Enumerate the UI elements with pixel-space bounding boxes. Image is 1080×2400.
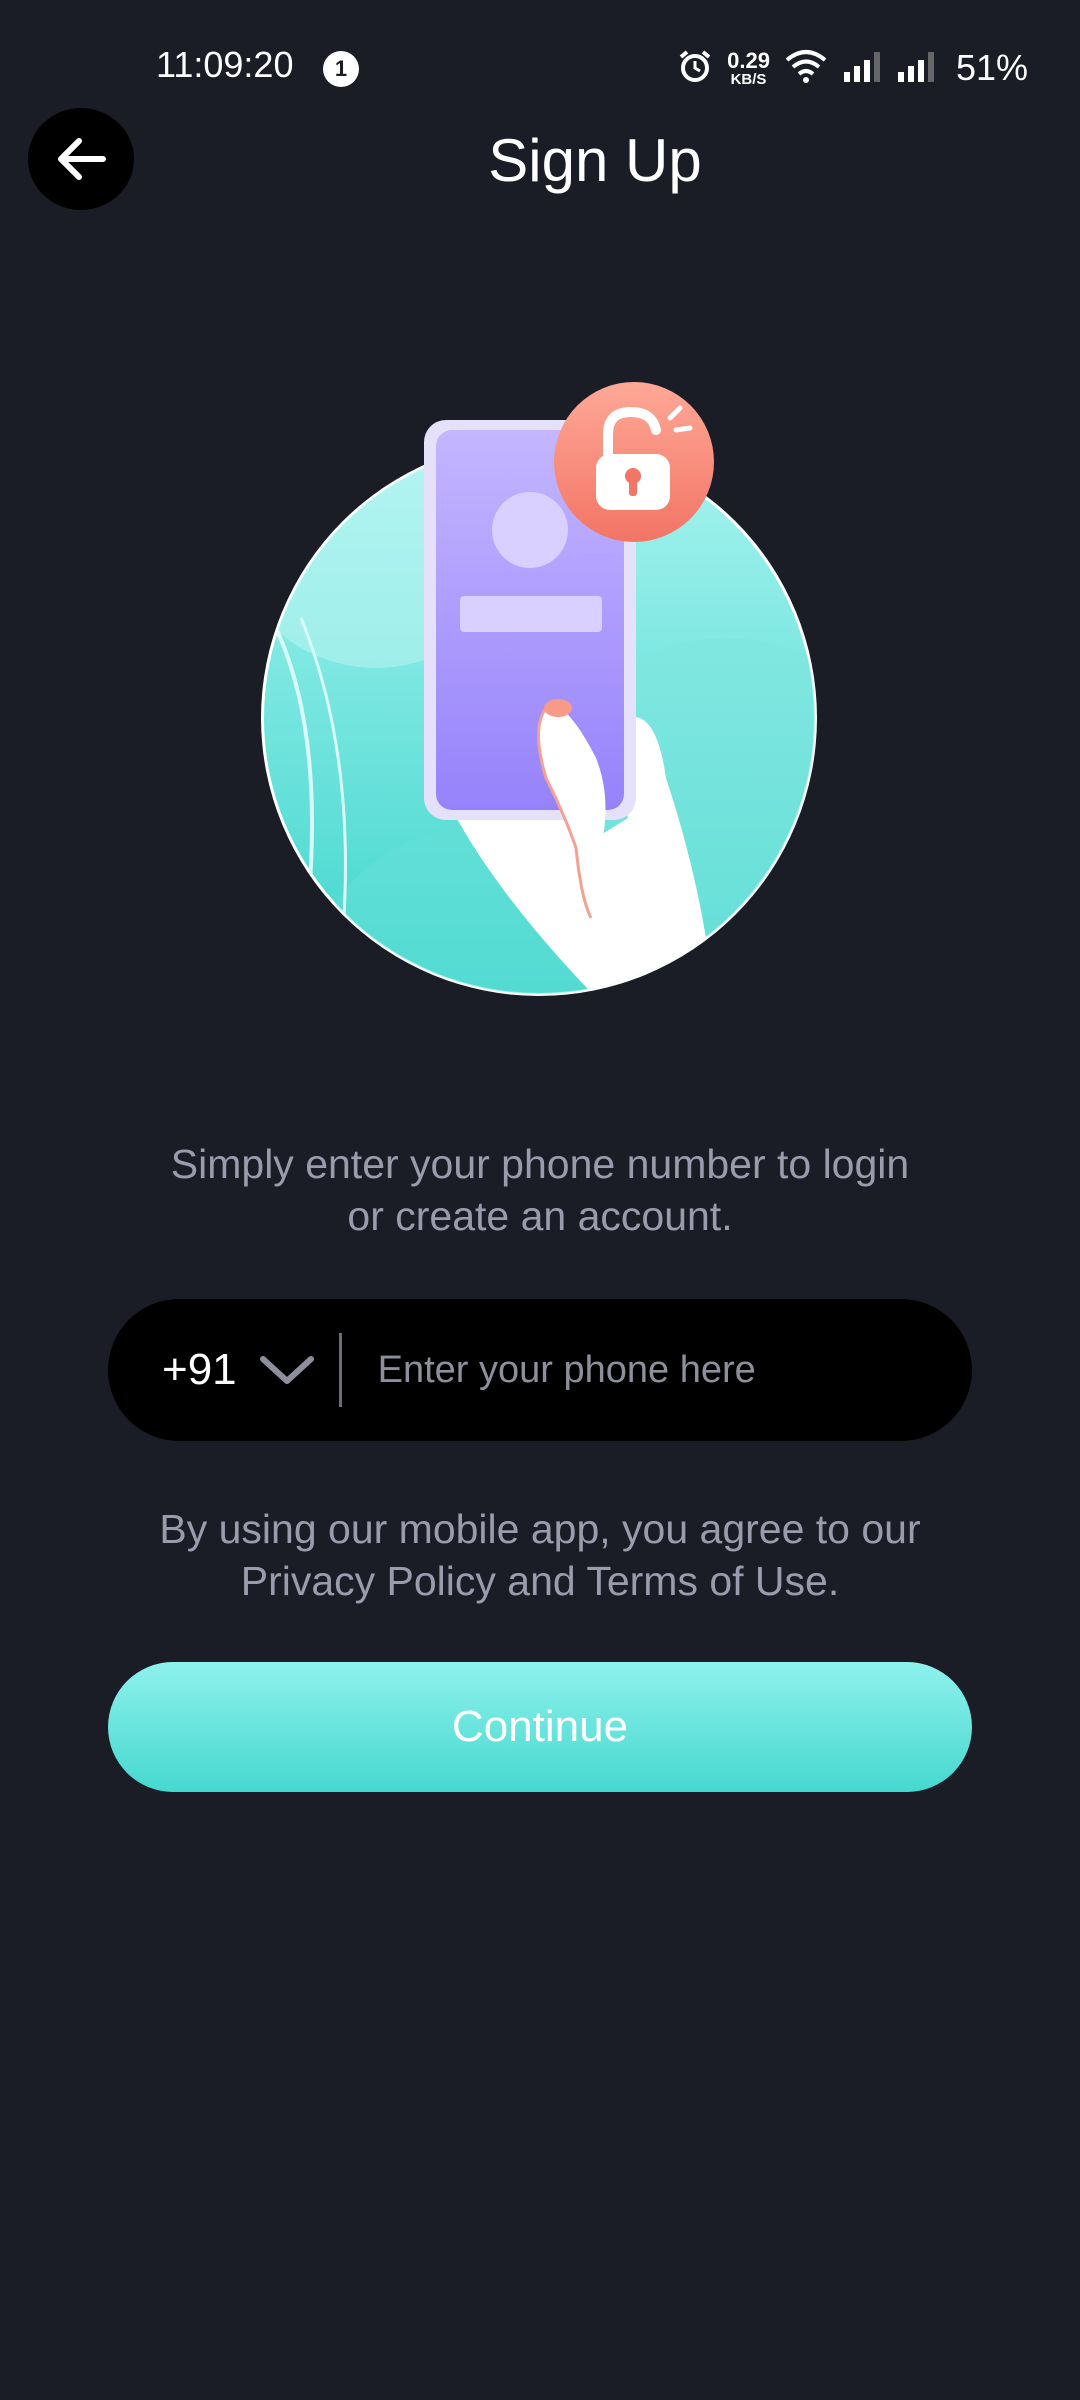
status-time: 11:09:20 xyxy=(156,44,294,85)
field-divider xyxy=(338,1333,342,1407)
intro-line-1: Simply enter your phone number to login xyxy=(170,1141,910,1187)
alarm-icon xyxy=(677,48,713,89)
signal-icon-1 xyxy=(842,48,882,89)
notification-badge: 1 xyxy=(323,51,359,87)
signal-icon-2 xyxy=(896,48,936,89)
battery-percentage: 51% xyxy=(955,47,1028,88)
status-bar: 11:09:20 1 0.29 KB/S 51% xyxy=(0,0,1080,140)
wifi-icon xyxy=(784,48,828,89)
status-icons: 0.29 KB/S 51% xyxy=(677,42,1028,94)
network-speed: 0.29 KB/S xyxy=(727,47,770,88)
terms-line-2[interactable]: Privacy Policy and Terms of Use. xyxy=(100,1555,980,1607)
country-code[interactable]: +91 xyxy=(162,1345,237,1395)
terms-text: By using our mobile app, you agree to ou… xyxy=(100,1503,980,1607)
phone-field: +91 xyxy=(108,1299,972,1441)
intro-text: Simply enter your phone number to login … xyxy=(100,1138,980,1242)
continue-button[interactable]: Continue xyxy=(108,1662,972,1792)
terms-line-1: By using our mobile app, you agree to ou… xyxy=(159,1506,921,1552)
phone-input[interactable] xyxy=(375,1347,972,1393)
intro-line-2: or create an account. xyxy=(347,1193,733,1239)
chevron-down-icon[interactable] xyxy=(259,1353,315,1387)
phone-unlock-illustration xyxy=(261,382,817,996)
page-title: Sign Up xyxy=(488,127,702,194)
